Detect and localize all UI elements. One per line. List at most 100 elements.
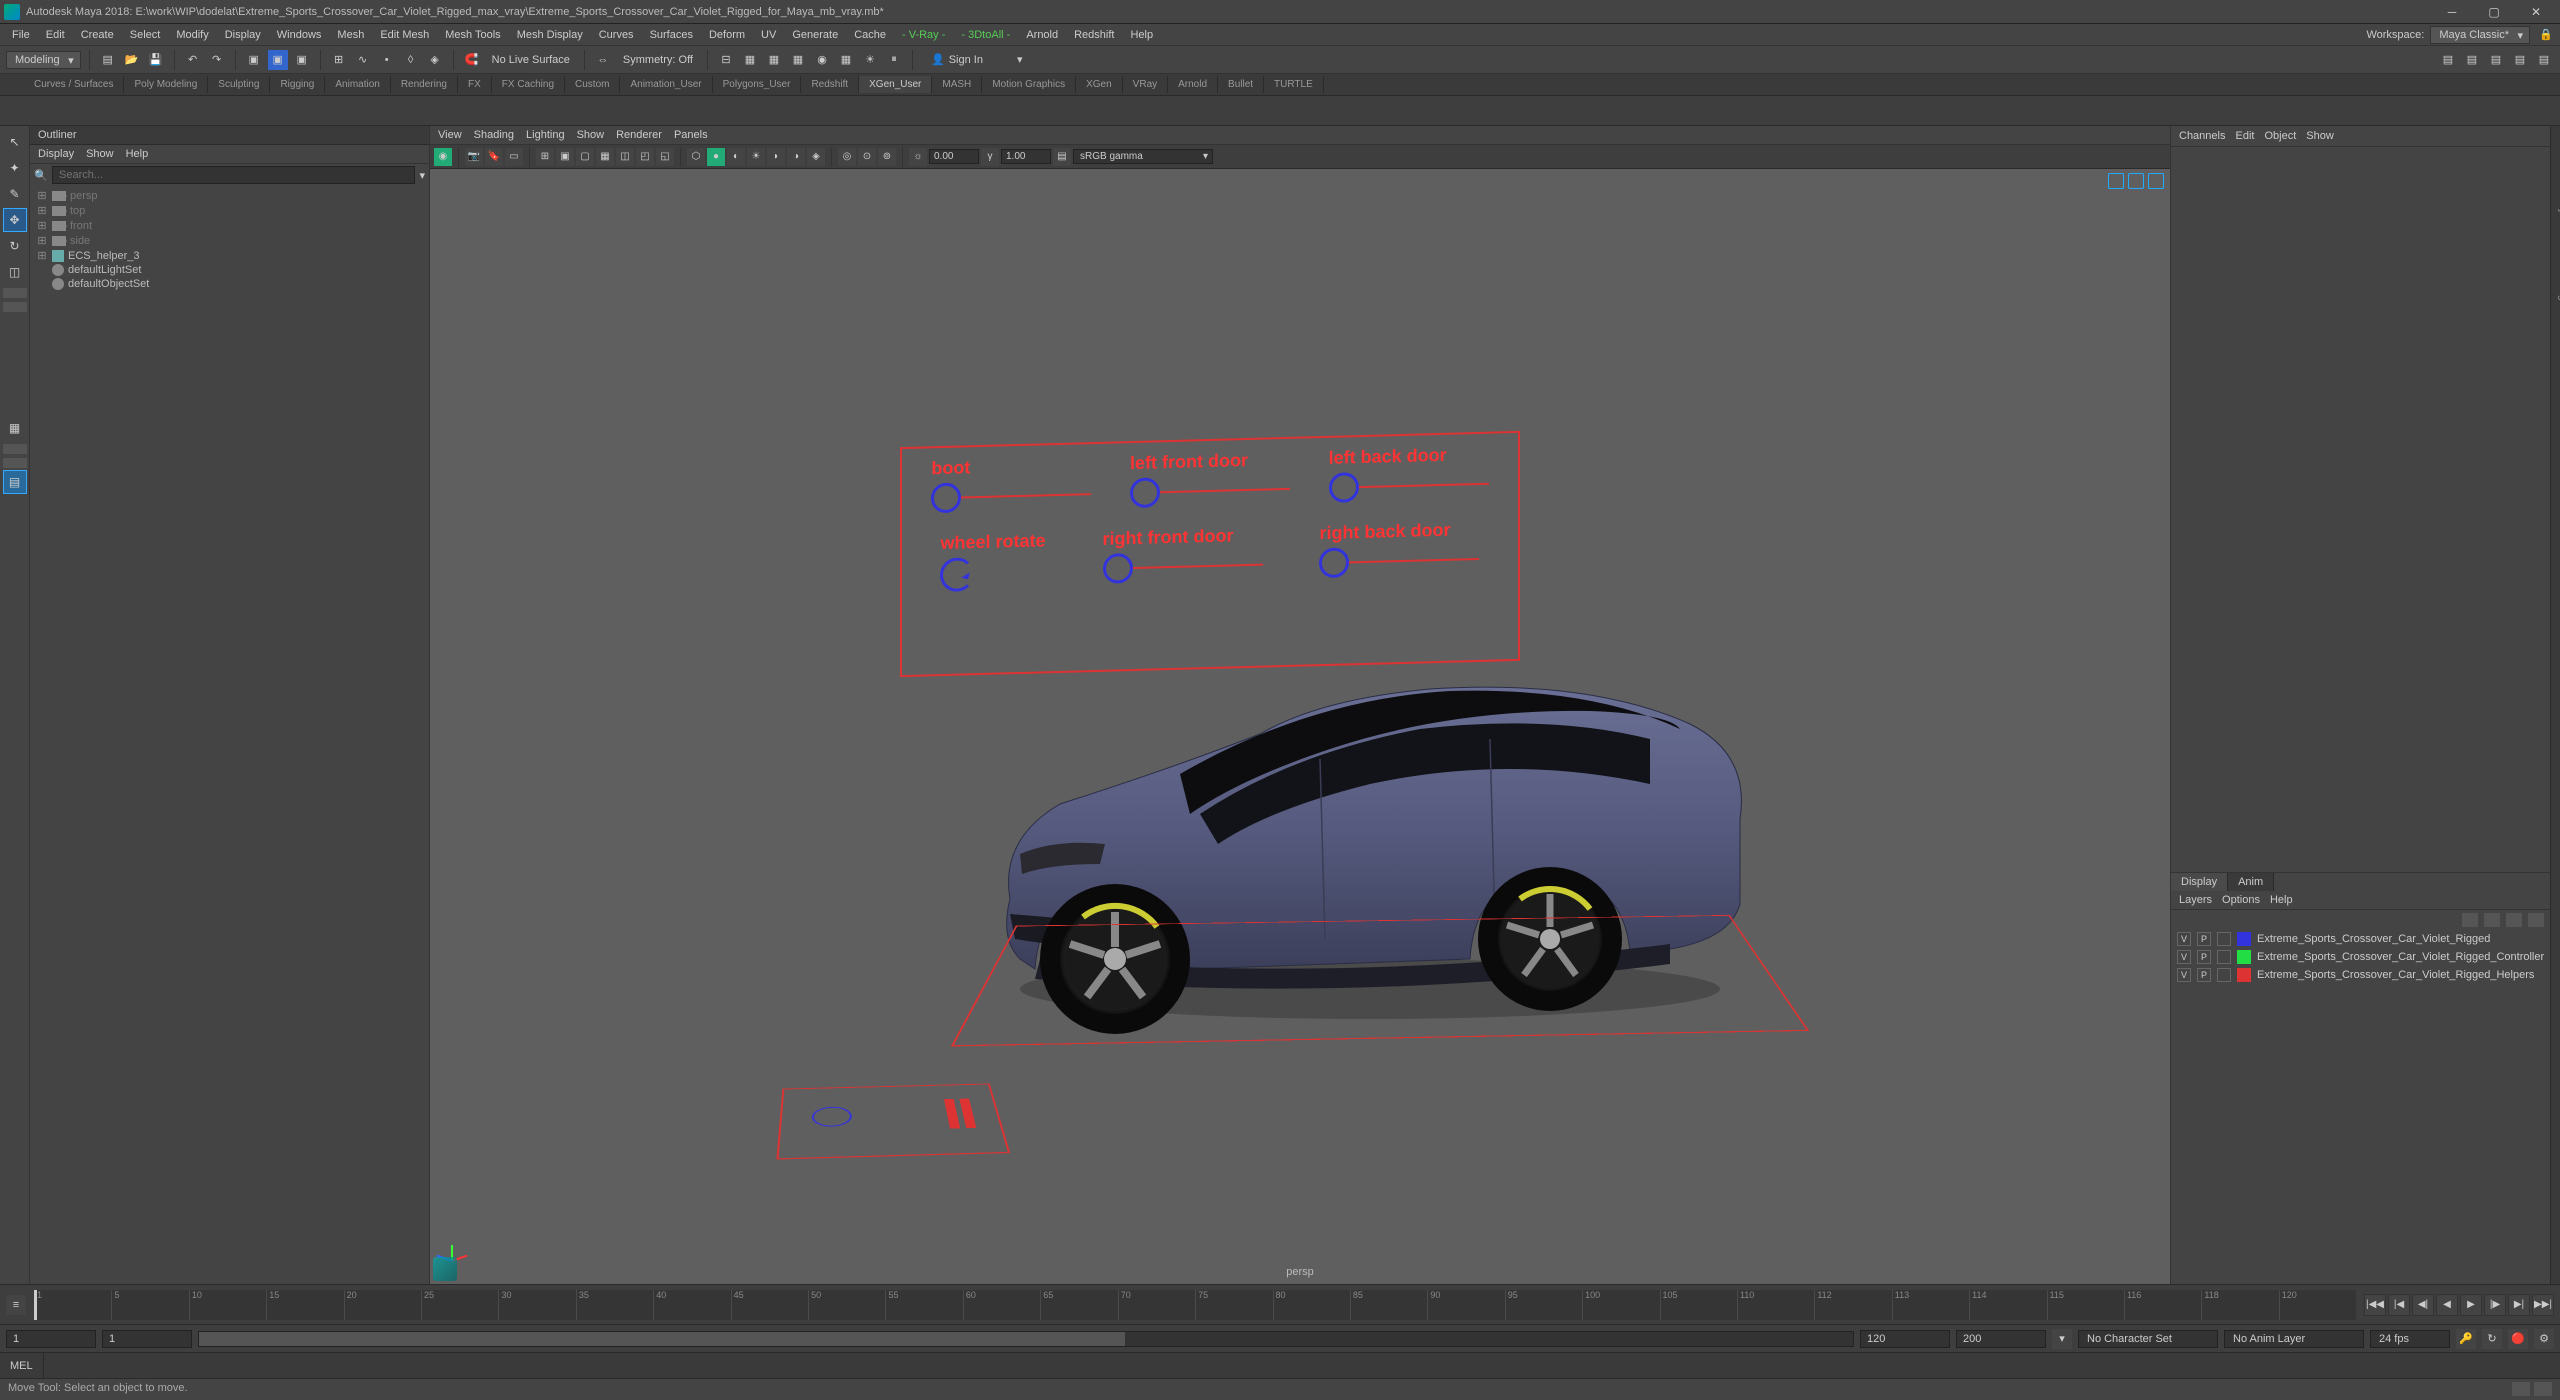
time-menu-icon[interactable]: ≡: [6, 1295, 26, 1315]
vp-grid-icon[interactable]: ⊞: [536, 148, 554, 166]
vp-res-gate-icon[interactable]: ▢: [576, 148, 594, 166]
shelf-tab-rendering[interactable]: Rendering: [391, 76, 458, 93]
shelf-tab-animation-user[interactable]: Animation_User: [620, 76, 712, 93]
vp-gamma-field[interactable]: [1001, 149, 1051, 164]
viewport-menu-shading[interactable]: Shading: [474, 129, 514, 141]
shelf-tab-poly-modeling[interactable]: Poly Modeling: [124, 76, 208, 93]
outliner-item[interactable]: ⊞ECS_helper_3: [30, 248, 429, 263]
vp-image-plane-icon[interactable]: ▭: [505, 148, 523, 166]
expand-icon[interactable]: ⊞: [36, 189, 48, 202]
slider-handle-icon[interactable]: [1103, 553, 1133, 584]
outliner-menu-display[interactable]: Display: [38, 148, 74, 160]
viewport-menu-show[interactable]: Show: [577, 129, 605, 141]
vp-exposure-field[interactable]: [929, 149, 979, 164]
menu-edit-mesh[interactable]: Edit Mesh: [372, 27, 437, 43]
range-track[interactable]: [198, 1331, 1854, 1347]
layer-type-toggle[interactable]: [2217, 968, 2231, 982]
vp-bookmark-icon[interactable]: 🔖: [485, 148, 503, 166]
rig-control-wheel-rotate[interactable]: wheel rotate: [940, 530, 1045, 592]
layer-row[interactable]: VPExtreme_Sports_Crossover_Car_Violet_Ri…: [2171, 948, 2550, 966]
redo-icon[interactable]: ↷: [207, 50, 227, 70]
panel-toggle-4-icon[interactable]: ▤: [2510, 50, 2530, 70]
shelf-tab-sculpting[interactable]: Sculpting: [208, 76, 270, 93]
slider-track[interactable]: [1359, 483, 1489, 488]
expand-icon[interactable]: ⊞: [36, 249, 48, 262]
menu-3dtoall[interactable]: - 3DtoAll -: [953, 27, 1018, 43]
mini-control-bars[interactable]: [944, 1099, 960, 1129]
time-cursor[interactable]: [34, 1290, 37, 1320]
paint-select-tool-icon[interactable]: ✎: [3, 182, 27, 206]
vp-select-camera-icon[interactable]: ◉: [434, 148, 452, 166]
layer-type-toggle[interactable]: [2217, 950, 2231, 964]
fps-dropdown[interactable]: 24 fps: [2370, 1330, 2450, 1348]
render-setup-icon[interactable]: ▦: [836, 50, 856, 70]
layer-move-down-icon[interactable]: [2484, 913, 2500, 927]
rotate-tool-icon[interactable]: ↻: [3, 234, 27, 258]
shelf-tab-fx[interactable]: FX: [458, 76, 492, 93]
slider-handle-icon[interactable]: [931, 483, 961, 514]
viewport-menu-lighting[interactable]: Lighting: [526, 129, 565, 141]
select-by-object-icon[interactable]: ▣: [268, 50, 288, 70]
go-to-end-icon[interactable]: ▶▶|: [2532, 1294, 2554, 1316]
layer-row[interactable]: VPExtreme_Sports_Crossover_Car_Violet_Ri…: [2171, 930, 2550, 948]
script-editor-icon[interactable]: [2512, 1382, 2530, 1396]
range-menu-icon[interactable]: ▾: [2052, 1329, 2072, 1349]
slider-track[interactable]: [1133, 564, 1263, 569]
vp-field-chart-icon[interactable]: ◫: [616, 148, 634, 166]
set-key-icon[interactable]: 🔴: [2508, 1329, 2528, 1349]
command-language-label[interactable]: MEL: [0, 1353, 44, 1378]
step-back-frame-icon[interactable]: ◀|: [2412, 1294, 2434, 1316]
shelf-tab-polygons-user[interactable]: Polygons_User: [713, 76, 802, 93]
shelf-tab-xgen[interactable]: XGen: [1076, 76, 1123, 93]
select-by-component-icon[interactable]: ▣: [292, 50, 312, 70]
construction-history-icon[interactable]: ⊟: [716, 50, 736, 70]
menu-file[interactable]: File: [4, 27, 38, 43]
slider-handle-icon[interactable]: [1319, 547, 1349, 578]
range-start-field[interactable]: [102, 1330, 192, 1348]
undo-icon[interactable]: ↶: [183, 50, 203, 70]
layer-v-toggle[interactable]: V: [2177, 950, 2191, 964]
vp-xray-joints-icon[interactable]: ⊚: [878, 148, 896, 166]
viewport-menu-view[interactable]: View: [438, 129, 462, 141]
vp-colorspace-dropdown[interactable]: sRGB gamma: [1073, 149, 1213, 164]
shelf-tab-xgen-user[interactable]: XGen_User: [859, 76, 932, 93]
prefs-icon[interactable]: ⚙: [2534, 1329, 2554, 1349]
help-line-toggle-icon[interactable]: [2534, 1382, 2552, 1396]
shelf-tab-fx-caching[interactable]: FX Caching: [492, 76, 565, 93]
rig-control-left-back-door[interactable]: left back door: [1329, 444, 1489, 503]
ground-plate-small[interactable]: [776, 1083, 1010, 1159]
save-scene-icon[interactable]: 💾: [146, 50, 166, 70]
new-scene-icon[interactable]: ▤: [98, 50, 118, 70]
slider-track[interactable]: [961, 493, 1091, 498]
panel-btn-2[interactable]: [2128, 173, 2144, 189]
tool-extra-4-icon[interactable]: ▤: [3, 470, 27, 494]
layer-v-toggle[interactable]: V: [2177, 932, 2191, 946]
viewport-3d[interactable]: bootleft front doorleft back door wheel …: [430, 169, 2170, 1284]
menu-set-dropdown[interactable]: Modeling: [6, 51, 81, 69]
toggle-pause-icon[interactable]: ⏸: [884, 50, 904, 70]
outliner-menu-help[interactable]: Help: [126, 148, 149, 160]
shelf-tab-turtle[interactable]: TURTLE: [1264, 76, 1324, 93]
ipr-render-icon[interactable]: ▦: [764, 50, 784, 70]
menu-windows[interactable]: Windows: [269, 27, 330, 43]
step-forward-frame-icon[interactable]: |▶: [2484, 1294, 2506, 1316]
vp-shadows-icon[interactable]: ◗: [767, 148, 785, 166]
workspace-dropdown[interactable]: Maya Classic*: [2430, 26, 2530, 44]
range-end-abs-field[interactable]: [1956, 1330, 2046, 1348]
slider-handle-icon[interactable]: [1130, 477, 1160, 508]
time-track[interactable]: 1510152025303540455055606570758085909510…: [34, 1290, 2356, 1320]
select-tool-icon[interactable]: ↖: [3, 130, 27, 154]
vp-gamma-icon[interactable]: γ: [981, 148, 999, 166]
layer-new-empty-icon[interactable]: [2506, 913, 2522, 927]
tool-extra-3-icon[interactable]: [3, 458, 27, 468]
symmetry-icon[interactable]: ⇔: [593, 50, 613, 70]
menu-arnold[interactable]: Arnold: [1018, 27, 1066, 43]
search-dropdown-icon[interactable]: ▾: [419, 169, 425, 182]
menu-redshift[interactable]: Redshift: [1066, 27, 1122, 43]
lasso-tool-icon[interactable]: ✦: [3, 156, 27, 180]
ground-plate-large[interactable]: [951, 915, 1809, 1046]
layer-new-selected-icon[interactable]: [2528, 913, 2544, 927]
layer-color-swatch[interactable]: [2237, 950, 2251, 964]
time-slider[interactable]: ≡ 15101520253035404550556065707580859095…: [0, 1284, 2560, 1324]
layer-move-up-icon[interactable]: [2462, 913, 2478, 927]
